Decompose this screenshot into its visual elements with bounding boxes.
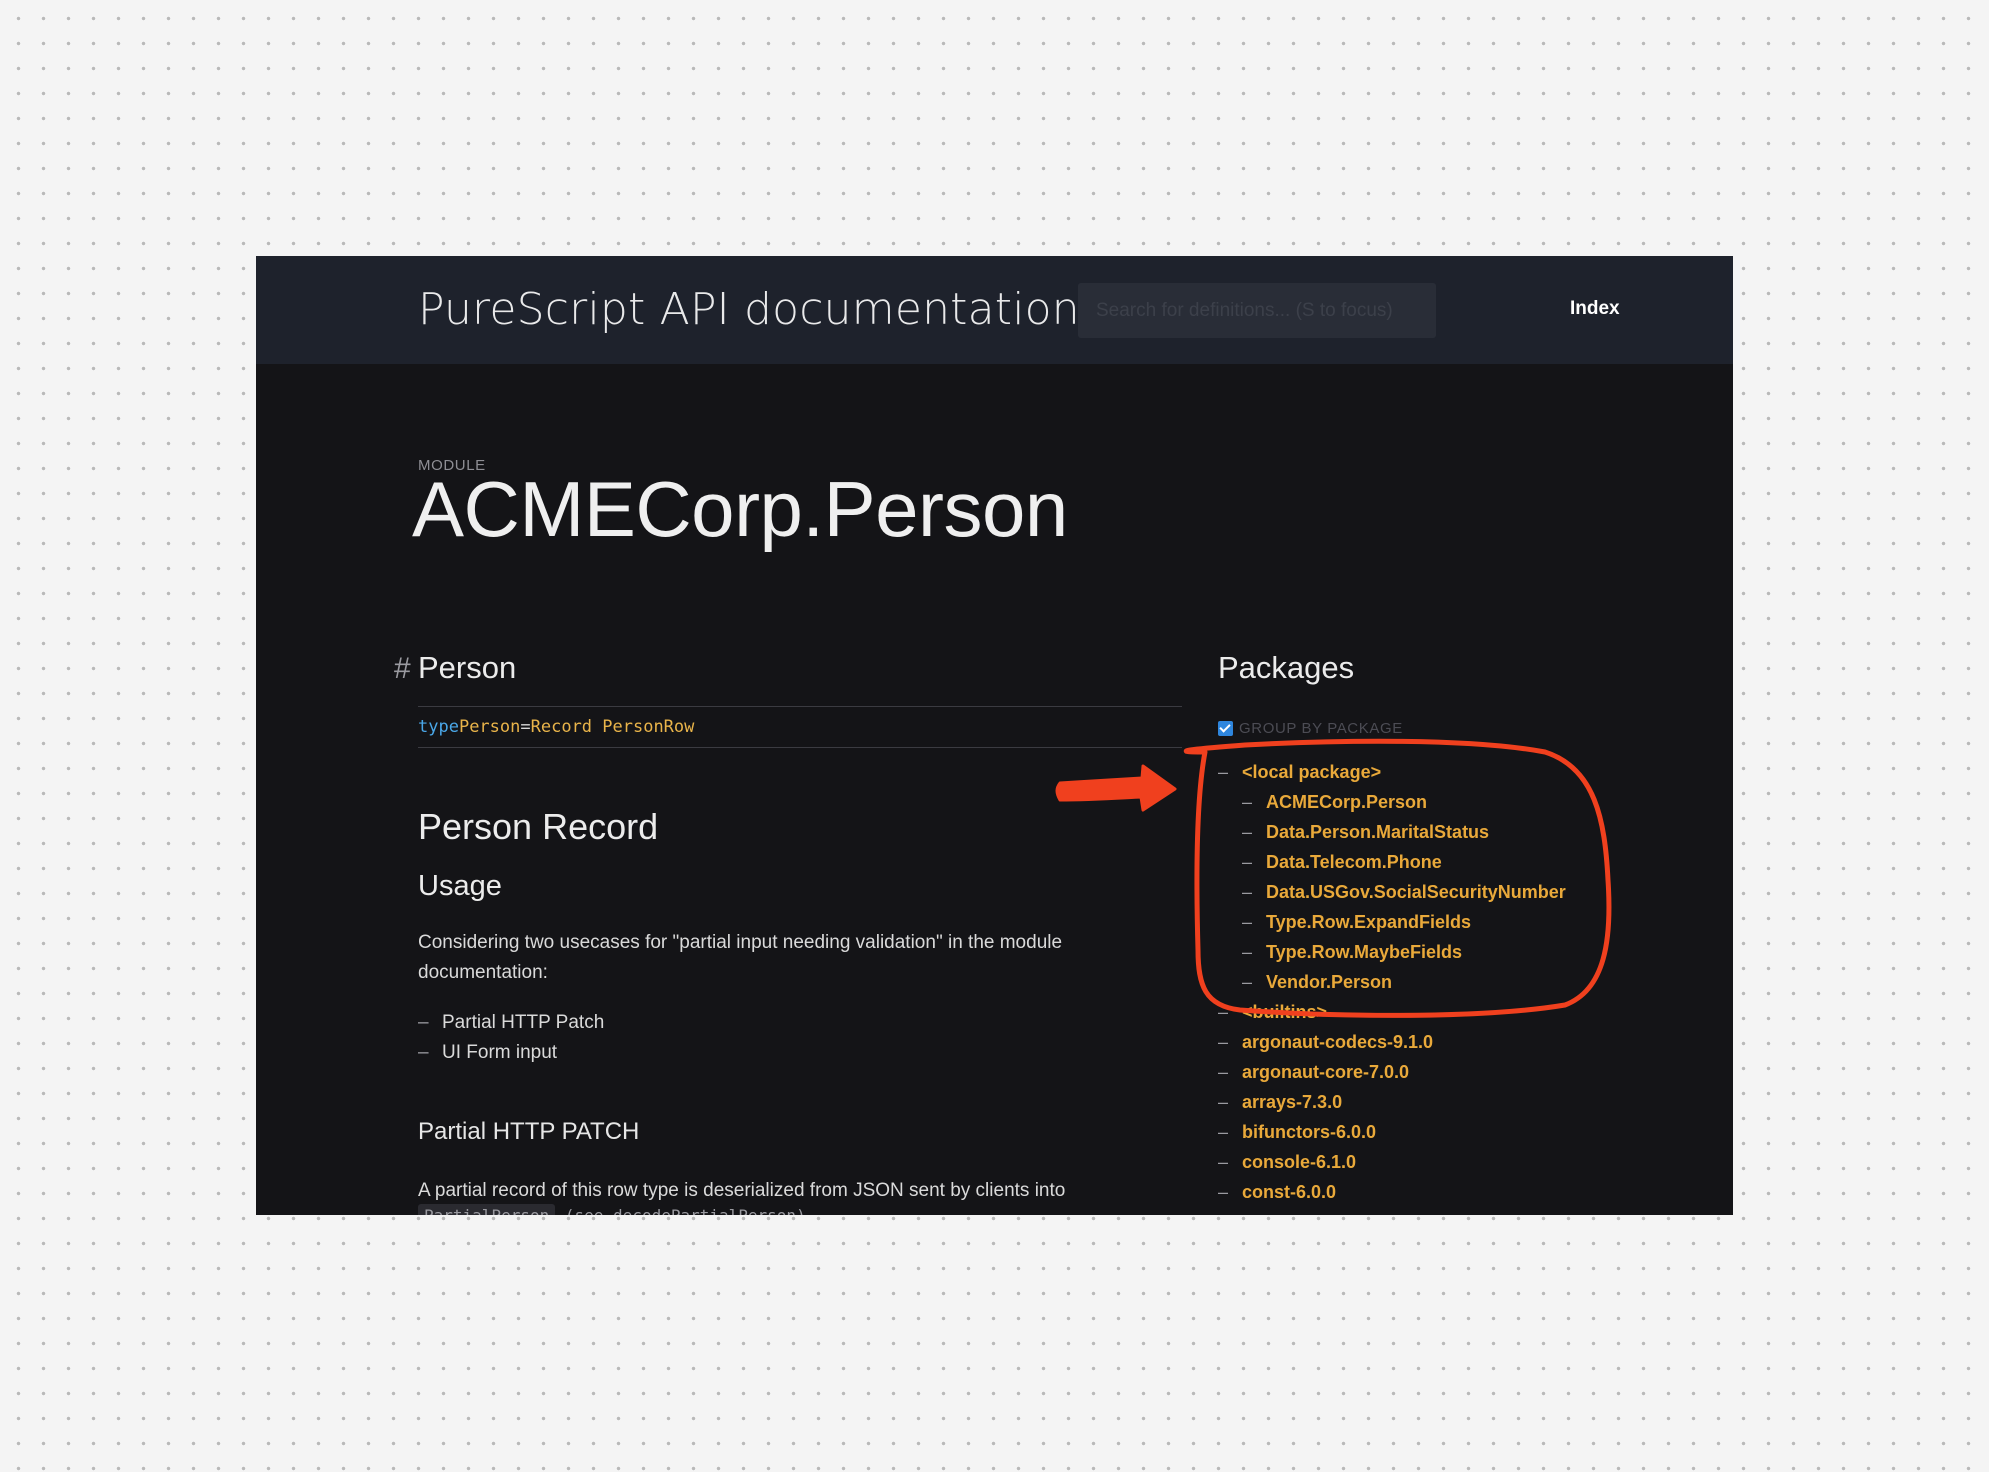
module-item[interactable]: – Type.Row.MaybeFields — [1218, 937, 1566, 967]
package-item[interactable]: – const-6.0.0 — [1218, 1177, 1566, 1207]
doc-patch-code: PartialPerson (see decodePartialPerson) — [418, 1204, 806, 1215]
package-item[interactable]: – argonaut-core-7.0.0 — [1218, 1057, 1566, 1087]
signature-rhs[interactable]: Record PersonRow — [531, 717, 695, 737]
package-item[interactable]: – console-6.1.0 — [1218, 1147, 1566, 1177]
packages-title: Packages — [1218, 650, 1355, 685]
search-box[interactable] — [1078, 283, 1436, 338]
type-signature: type Person = Record PersonRow — [418, 706, 1182, 748]
doc-usage-title: Usage — [418, 870, 502, 902]
package-item[interactable]: – argonaut-codecs-9.1.0 — [1218, 1027, 1566, 1057]
package-item-local[interactable]: – <local package> — [1218, 757, 1566, 787]
package-item[interactable]: – arrays-7.3.0 — [1218, 1087, 1566, 1117]
search-input[interactable] — [1094, 298, 1420, 323]
checkbox-checked-icon[interactable] — [1218, 721, 1233, 736]
doc-patch-text: A partial record of this row type is des… — [418, 1180, 1066, 1201]
module-item[interactable]: – Data.Person.MaritalStatus — [1218, 817, 1566, 847]
list-item: – Partial HTTP Patch — [418, 1012, 605, 1033]
package-list: – <local package> – ACMECorp.Person – Data.… — [1218, 757, 1566, 1207]
index-link[interactable]: Index — [1570, 298, 1620, 320]
list-item: – UI Form input — [418, 1042, 558, 1063]
declaration-anchor-link[interactable]: # — [394, 652, 411, 686]
signature-name[interactable]: Person — [459, 717, 520, 737]
module-item[interactable]: – Type.Row.ExpandFields — [1218, 907, 1566, 937]
doc-usage-text: Considering two usecases for "partial in… — [418, 932, 1063, 983]
group-by-package-label: GROUP BY PACKAGE — [1239, 720, 1403, 737]
module-item[interactable]: – Data.USGov.SocialSecurityNumber — [1218, 877, 1566, 907]
package-item-builtins[interactable]: – <builtins> — [1218, 997, 1566, 1027]
doc-section-title: Person Record — [418, 806, 659, 847]
signature-equals: = — [520, 717, 531, 737]
site-title: PureScript API documentation — [418, 284, 1080, 335]
screenshot-window: PureScript API documentation Index MODUL… — [256, 256, 1733, 1215]
group-by-package-toggle[interactable]: GROUP BY PACKAGE — [1218, 720, 1403, 737]
package-item[interactable]: – bifunctors-6.0.0 — [1218, 1117, 1566, 1147]
top-bar: PureScript API documentation Index — [256, 256, 1733, 364]
signature-keyword: type — [418, 717, 459, 737]
usecase-list: – Partial HTTP Patch – UI Form input — [418, 1008, 604, 1068]
module-item[interactable]: – Vendor.Person — [1218, 967, 1566, 997]
module-title: ACMECorp.Person — [412, 465, 1068, 553]
doc-patch-title: Partial HTTP PATCH — [418, 1118, 640, 1145]
module-item[interactable]: – Data.Telecom.Phone — [1218, 847, 1566, 877]
declaration-name: Person — [418, 650, 517, 685]
module-item[interactable]: – ACMECorp.Person — [1218, 787, 1566, 817]
